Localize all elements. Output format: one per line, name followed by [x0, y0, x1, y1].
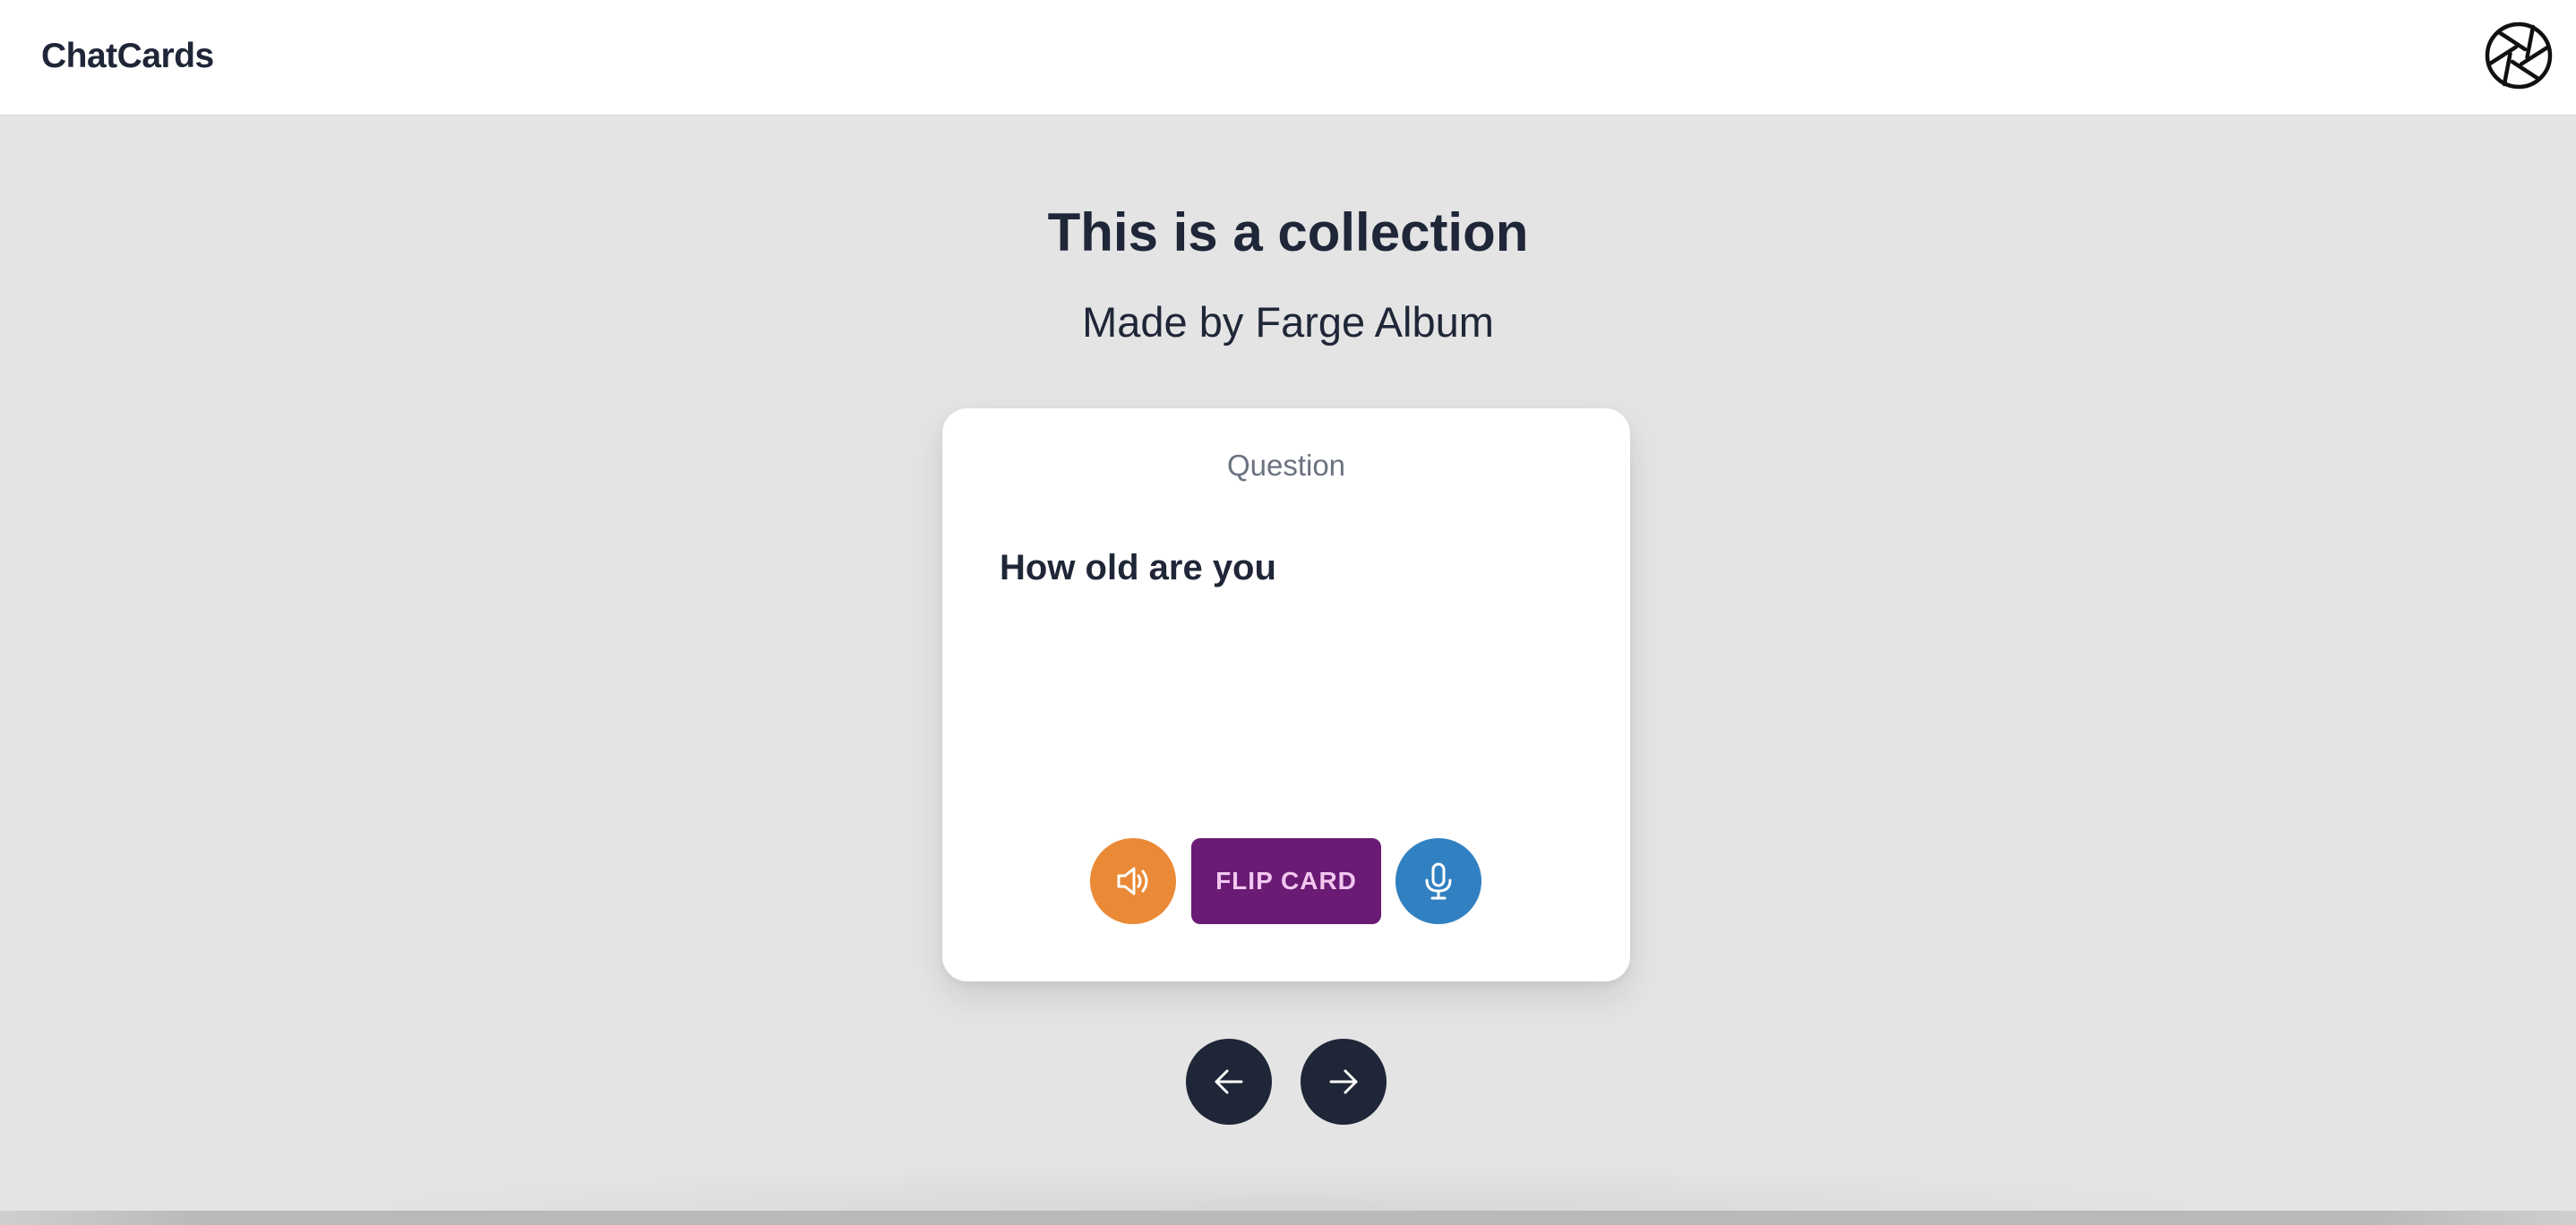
collection-author: Made by Farge Album: [1082, 298, 1494, 346]
card-side-label: Question: [1226, 449, 1346, 482]
arrow-right-icon: [1329, 1069, 1358, 1094]
flip-card-button[interactable]: FLIP CARD: [1191, 838, 1381, 924]
card-question-text: How old are you: [1000, 548, 1276, 587]
brand-logo-text[interactable]: ChatCards: [41, 34, 214, 79]
next-card-button[interactable]: [1301, 1039, 1387, 1125]
footer-shadow: [269, 1164, 2307, 1211]
speaker-icon: [1117, 867, 1148, 895]
top-navbar: ChatCards: [0, 0, 2576, 116]
aperture-icon[interactable]: [2483, 20, 2555, 91]
microphone-button[interactable]: [1395, 838, 1481, 924]
collection-title: This is a collection: [1047, 202, 1529, 262]
microphone-icon: [1425, 862, 1452, 900]
arrow-left-icon: [1215, 1069, 1243, 1094]
footer-edge: [0, 1211, 2576, 1225]
flashcard: Question How old are you FLIP CARD: [942, 408, 1630, 981]
speak-button[interactable]: [1090, 838, 1176, 924]
previous-card-button[interactable]: [1186, 1039, 1272, 1125]
